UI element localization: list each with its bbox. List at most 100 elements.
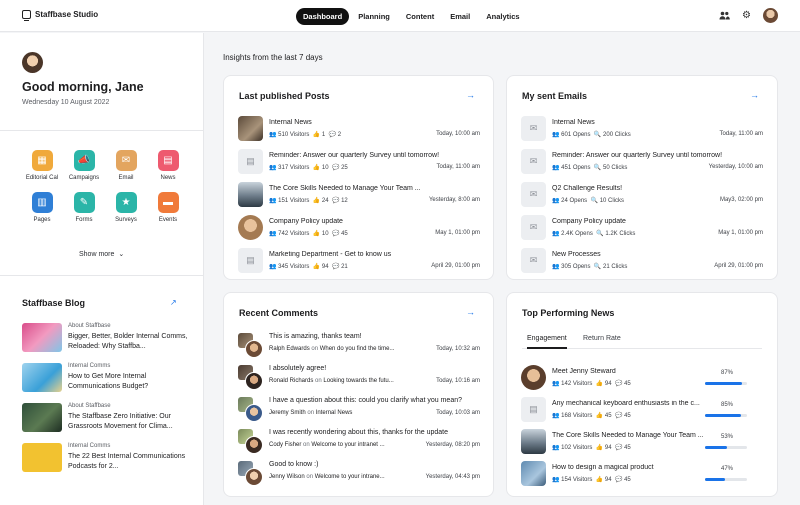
blog-thumbnail [22, 403, 62, 432]
greeting: Good morning, Jane [22, 80, 144, 94]
post-row[interactable]: Internal News 👥 510 Visitors 👍 1 💬 2 Tod… [238, 116, 480, 143]
comment-row[interactable]: This is amazing, thanks team! Ralph Edwa… [238, 333, 480, 360]
people-icon: 👥 [269, 264, 277, 270]
comment-author: Jeremy Smith [269, 410, 306, 416]
app-label: Campaigns [68, 175, 100, 181]
nav-email[interactable]: Email [443, 8, 477, 25]
comment-post: Welcome to your intranet ... [311, 442, 385, 448]
post-comments: 45 [341, 231, 348, 237]
tab-return-rate[interactable]: Return Rate [583, 335, 621, 347]
app-editorial-cal[interactable]: ▦ Editorial Cal [22, 150, 62, 181]
news-visitors: 142 Visitors [561, 381, 593, 387]
arrow-right-icon[interactable]: → [750, 90, 759, 100]
email-meta: 👥 2.4K Opens 🔍 1.2K Clicks [552, 230, 635, 237]
news-progress-fill [705, 414, 741, 417]
comment-time: Yesterday, 04:43 pm [425, 474, 480, 480]
post-time: May 1, 01:00 pm [435, 230, 480, 236]
email-row[interactable]: ✉ Q2 Challenge Results! 👥 24 Opens 🔍 10 … [521, 182, 763, 209]
comment-row[interactable]: Good to know :) Jenny Wilson on Welcome … [238, 461, 480, 488]
news-meta: 👥 142 Visitors 👍 94 💬 45 [552, 380, 631, 387]
people-icon[interactable] [719, 10, 730, 21]
news-comments: 45 [624, 477, 631, 483]
post-row[interactable]: Company Policy update 👥 742 Visitors 👍 1… [238, 215, 480, 242]
email-title: New Processes [552, 251, 601, 258]
news-row[interactable]: Meet Jenny Steward 👥 142 Visitors 👍 94 💬… [521, 365, 763, 392]
nav-content[interactable]: Content [399, 8, 441, 25]
nav-analytics[interactable]: Analytics [479, 8, 526, 25]
comment-icon: 💬 [328, 132, 337, 138]
app-events[interactable]: ▬ Events [148, 192, 188, 223]
external-link-icon[interactable]: ↗ [170, 298, 177, 307]
top-icons: ⚙ [719, 8, 778, 23]
nav-dashboard[interactable]: Dashboard [296, 8, 350, 25]
comment-text: I absolutely agree! [269, 365, 327, 372]
comment-icon: 💬 [614, 381, 623, 387]
news-title: How to design a magical product [552, 464, 654, 471]
blog-item[interactable]: About Staffbase Bigger, Better, Bolder I… [22, 323, 192, 353]
app-forms[interactable]: ✎ Forms [64, 192, 104, 223]
news-likes: 45 [604, 413, 612, 419]
top-news-card: Top Performing News Engagement Return Ra… [506, 292, 778, 497]
news-row[interactable]: ▤ Any mechanical keyboard enthusiasts in… [521, 397, 763, 424]
show-more-button[interactable]: Show more ⌄ [79, 250, 124, 258]
app-label: Surveys [115, 217, 137, 223]
mail-icon: ✉ [115, 150, 137, 171]
comment-on: on [311, 346, 319, 352]
post-visitors: 151 Visitors [278, 198, 310, 204]
news-progress-bar [705, 446, 747, 449]
blog-item[interactable]: About Staffbase The Staffbase Zero Initi… [22, 403, 192, 433]
arrow-right-icon[interactable]: → [466, 307, 475, 317]
news-title: Meet Jenny Steward [552, 368, 616, 375]
email-row[interactable]: ✉ New Processes 👥 305 Opens 🔍 21 Clicks … [521, 248, 763, 275]
arrow-right-icon[interactable]: → [466, 90, 475, 100]
comment-row[interactable]: I have a question about this: could you … [238, 397, 480, 424]
news-row[interactable]: How to design a magical product 👥 154 Vi… [521, 461, 763, 488]
email-row[interactable]: ✉ Company Policy update 👥 2.4K Opens 🔍 1… [521, 215, 763, 242]
app-surveys[interactable]: ★ Surveys [106, 192, 146, 223]
post-meta: 👥 317 Visitors 👍 10 💬 25 [269, 164, 348, 171]
blog-title: Staffbase Blog [22, 298, 86, 308]
news-row[interactable]: The Core Skills Needed to Manage Your Te… [521, 429, 763, 456]
comment-on: on [303, 442, 310, 448]
comment-row[interactable]: I absolutely agree! Ronald Richards on L… [238, 365, 480, 392]
email-row[interactable]: ✉ Internal News 👥 601 Opens 🔍 200 Clicks… [521, 116, 763, 143]
comment-on: on [306, 474, 314, 480]
blog-item[interactable]: Internal Comms How to Get More Internal … [22, 363, 192, 393]
post-comments: 2 [337, 132, 342, 138]
comment-row[interactable]: I was recently wondering about this, tha… [238, 429, 480, 456]
app-campaigns[interactable]: 📣 Campaigns [64, 150, 104, 181]
app-news[interactable]: ▤ News [148, 150, 188, 181]
post-row[interactable]: The Core Skills Needed to Manage Your Te… [238, 182, 480, 209]
post-visitors: 510 Visitors [278, 132, 310, 138]
app-pages[interactable]: ▥ Pages [22, 192, 62, 223]
comment-author: Cody Fisher [269, 442, 302, 448]
user-avatar[interactable] [763, 8, 778, 23]
comment-post: Welcome to your intrane... [314, 474, 385, 480]
email-clicks: 1.2K Clicks [605, 231, 636, 237]
post-title: Internal News [269, 119, 312, 126]
nav-planning[interactable]: Planning [351, 8, 397, 25]
email-row[interactable]: ✉ Reminder: Answer our quarterly Survey … [521, 149, 763, 176]
page-icon: ▤ [521, 397, 546, 422]
gear-icon[interactable]: ⚙ [741, 10, 752, 21]
email-time: Today, 11:00 am [719, 131, 763, 137]
post-row[interactable]: ▤ Marketing Department - Get to know us … [238, 248, 480, 275]
comment-icon: 💬 [614, 413, 623, 419]
post-comments: 21 [341, 264, 348, 270]
email-time: Yesterday, 10:00 am [708, 164, 763, 170]
app-logo[interactable]: Staffbase Studio [22, 10, 98, 21]
post-likes: 1 [321, 132, 326, 138]
tab-engagement[interactable]: Engagement [527, 335, 567, 349]
app-label: News [160, 175, 176, 181]
comment-icon: 💬 [331, 264, 340, 270]
mail-icon: ✉ [521, 248, 546, 273]
news-thumbnail [521, 461, 546, 486]
blog-category: About Staffbase [68, 403, 111, 409]
app-email[interactable]: ✉ Email [106, 150, 146, 181]
people-icon: 👥 [552, 381, 560, 387]
post-comments: 12 [341, 198, 348, 204]
comment-text: This is amazing, thanks team! [269, 333, 362, 340]
post-row[interactable]: ▤ Reminder: Answer our quarterly Survey … [238, 149, 480, 176]
comment-author: Ralph Edwards [269, 346, 310, 352]
blog-item[interactable]: Internal Comms The 22 Best Internal Comm… [22, 443, 192, 473]
